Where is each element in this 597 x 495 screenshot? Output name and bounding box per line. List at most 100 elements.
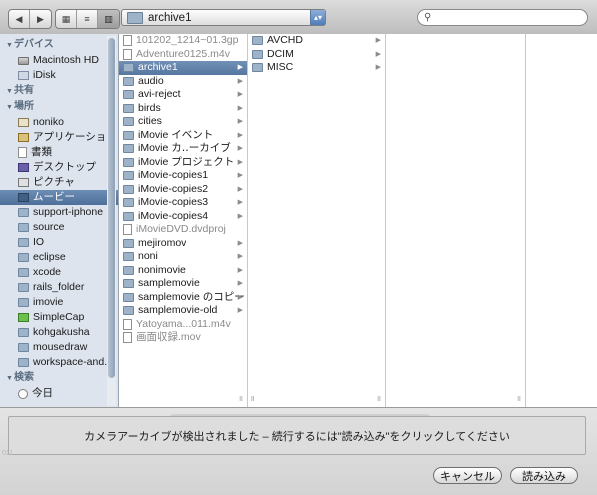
sidebar-item[interactable]: xcode bbox=[0, 265, 118, 280]
disclosure-triangle-icon[interactable]: ▼ bbox=[6, 100, 14, 116]
disclosure-triangle-icon[interactable]: ▼ bbox=[6, 38, 14, 54]
file-row[interactable]: samplemovie ▶ bbox=[119, 277, 247, 291]
disclosure-arrow-icon: ▶ bbox=[237, 280, 243, 287]
folder-icon bbox=[123, 157, 134, 167]
file-row[interactable]: avi-reject ▶ bbox=[119, 88, 247, 102]
idisk-icon bbox=[18, 71, 29, 80]
file-name: iMovieDVD.dvdproj bbox=[136, 223, 226, 235]
file-row[interactable]: nonimovie ▶ bbox=[119, 264, 247, 278]
home-icon bbox=[18, 118, 29, 127]
folder-icon bbox=[123, 265, 134, 275]
column-resize-grip[interactable]: ॥ bbox=[516, 393, 521, 404]
column-resize-grip[interactable]: ॥ bbox=[250, 393, 255, 404]
file-row[interactable]: AVCHD ▶ bbox=[248, 34, 385, 48]
file-row[interactable]: mejiromov ▶ bbox=[119, 237, 247, 251]
disclosure-arrow-icon: ▶ bbox=[237, 266, 243, 274]
column-3: ॥ bbox=[386, 34, 526, 407]
file-row[interactable]: iMovie-copies3 ▶ bbox=[119, 196, 247, 210]
file-row[interactable]: iMovie イベント ▶ bbox=[119, 129, 247, 143]
sidebar-item[interactable]: デスクトップ bbox=[0, 160, 118, 175]
folder-icon bbox=[18, 358, 29, 367]
search-field[interactable]: ⚲ bbox=[417, 9, 588, 26]
file-row[interactable]: Yatoyama...011.m4v bbox=[119, 318, 247, 332]
path-popup[interactable]: archive1 ▴▾ bbox=[121, 9, 326, 26]
file-row[interactable]: MISC ▶ bbox=[248, 61, 385, 75]
sidebar-section-header[interactable]: ▼場所 bbox=[0, 99, 118, 115]
icon-view-button[interactable]: ▦ bbox=[56, 10, 77, 28]
file-name: samplemovie-old bbox=[138, 304, 218, 316]
disclosure-arrow-icon: ▶ bbox=[375, 64, 381, 71]
file-row[interactable]: birds ▶ bbox=[119, 102, 247, 116]
file-row[interactable]: noni ▶ bbox=[119, 250, 247, 264]
green-icon bbox=[18, 313, 29, 322]
sidebar-section-header[interactable]: ▼デバイス bbox=[0, 37, 118, 53]
forward-arrow-icon: ▶ bbox=[37, 13, 44, 24]
sidebar-item[interactable]: IO bbox=[0, 235, 118, 250]
file-row[interactable]: 画面収録.mov bbox=[119, 331, 247, 345]
sidebar-section-header[interactable]: ▼共有 bbox=[0, 83, 118, 99]
disclosure-arrow-icon: ▶ bbox=[237, 172, 243, 179]
sidebar-item[interactable]: workspace-and... bbox=[0, 355, 118, 370]
pic-icon bbox=[18, 178, 29, 187]
file-row[interactable]: Adventure0125.m4v bbox=[119, 48, 247, 62]
back-button[interactable]: ◀ bbox=[9, 10, 30, 28]
file-row[interactable]: iMovie-copies4 ▶ bbox=[119, 210, 247, 224]
doc-icon bbox=[18, 147, 27, 158]
sidebar-item[interactable]: noniko bbox=[0, 115, 118, 130]
file-row[interactable]: archive1 ▶ bbox=[119, 61, 247, 75]
column-resize-grip[interactable]: ॥ bbox=[376, 393, 381, 404]
file-row[interactable]: samplemovie のコピー ▶ bbox=[119, 291, 247, 305]
back-arrow-icon: ◀ bbox=[15, 13, 23, 24]
sidebar-item[interactable]: SimpleCap bbox=[0, 310, 118, 325]
sidebar-item-label: ピクチャ bbox=[33, 176, 75, 188]
sidebar-item[interactable]: アプリケーション bbox=[0, 130, 118, 145]
file-row[interactable]: iMovie-copies1 ▶ bbox=[119, 169, 247, 183]
file-name: DCIM bbox=[267, 47, 294, 60]
sidebar-item[interactable]: support-iphone bbox=[0, 205, 118, 220]
file-row[interactable]: cities ▶ bbox=[119, 115, 247, 129]
folder-icon bbox=[123, 306, 134, 316]
disclosure-arrow-icon: ▶ bbox=[237, 104, 243, 112]
disclosure-triangle-icon[interactable]: ▼ bbox=[6, 371, 14, 387]
file-row[interactable]: samplemovie-old ▶ bbox=[119, 304, 247, 318]
sidebar-item[interactable]: ムービー bbox=[0, 190, 118, 205]
disclosure-arrow-icon: ▶ bbox=[237, 212, 243, 220]
document-icon bbox=[123, 35, 132, 47]
sidebar-item[interactable]: ピクチャ bbox=[0, 175, 118, 190]
column-view-button[interactable]: ▥ bbox=[98, 10, 119, 28]
sidebar-section-title: 場所 bbox=[14, 101, 34, 112]
cancel-button[interactable]: キャンセル bbox=[433, 467, 502, 484]
sidebar-item-label: kohgakusha bbox=[33, 326, 90, 338]
sidebar-scroll-thumb[interactable] bbox=[108, 38, 115, 378]
sidebar-item[interactable]: eclipse bbox=[0, 250, 118, 265]
forward-button[interactable]: ▶ bbox=[30, 10, 51, 28]
sidebar-item[interactable]: rails_folder bbox=[0, 280, 118, 295]
disclosure-arrow-icon: ▶ bbox=[237, 307, 243, 314]
sidebar-item[interactable]: 書類 bbox=[0, 145, 118, 160]
sidebar-item[interactable]: imovie bbox=[0, 295, 118, 310]
sidebar-item[interactable]: 今日 bbox=[0, 386, 118, 401]
disclosure-arrow-icon: ▶ bbox=[375, 37, 381, 44]
disclosure-arrow-icon: ▶ bbox=[237, 185, 243, 193]
sidebar-item[interactable]: kohgakusha bbox=[0, 325, 118, 340]
file-name: MISC bbox=[267, 61, 294, 73]
file-row[interactable]: iMovie カ‥ーカイブ ▶ bbox=[119, 142, 247, 156]
file-row[interactable]: 101202_1214~01.3gp bbox=[119, 34, 247, 48]
list-view-button[interactable]: ≡ bbox=[77, 10, 98, 28]
sidebar-item[interactable]: source bbox=[0, 220, 118, 235]
file-row[interactable]: iMovie プロジェクト ▶ bbox=[119, 156, 247, 170]
folder-icon bbox=[123, 90, 134, 100]
sidebar-section-header[interactable]: ▼検索 bbox=[0, 370, 118, 386]
file-row[interactable]: iMovieDVD.dvdproj bbox=[119, 223, 247, 237]
column-resize-grip[interactable]: ॥ bbox=[238, 393, 243, 404]
sidebar-item[interactable]: iDisk bbox=[0, 68, 118, 83]
file-row[interactable]: DCIM ▶ bbox=[248, 48, 385, 62]
file-name: archive1 bbox=[138, 61, 178, 73]
file-row[interactable]: iMovie-copies2 ▶ bbox=[119, 183, 247, 197]
disclosure-triangle-icon[interactable]: ▼ bbox=[6, 84, 14, 100]
file-row[interactable]: audio ▶ bbox=[119, 75, 247, 89]
sidebar-item[interactable]: Macintosh HD bbox=[0, 53, 118, 68]
sidebar-item[interactable]: mousedraw bbox=[0, 340, 118, 355]
import-button[interactable]: 読み込み bbox=[510, 467, 578, 484]
search-icon: ⚲ bbox=[424, 12, 432, 23]
